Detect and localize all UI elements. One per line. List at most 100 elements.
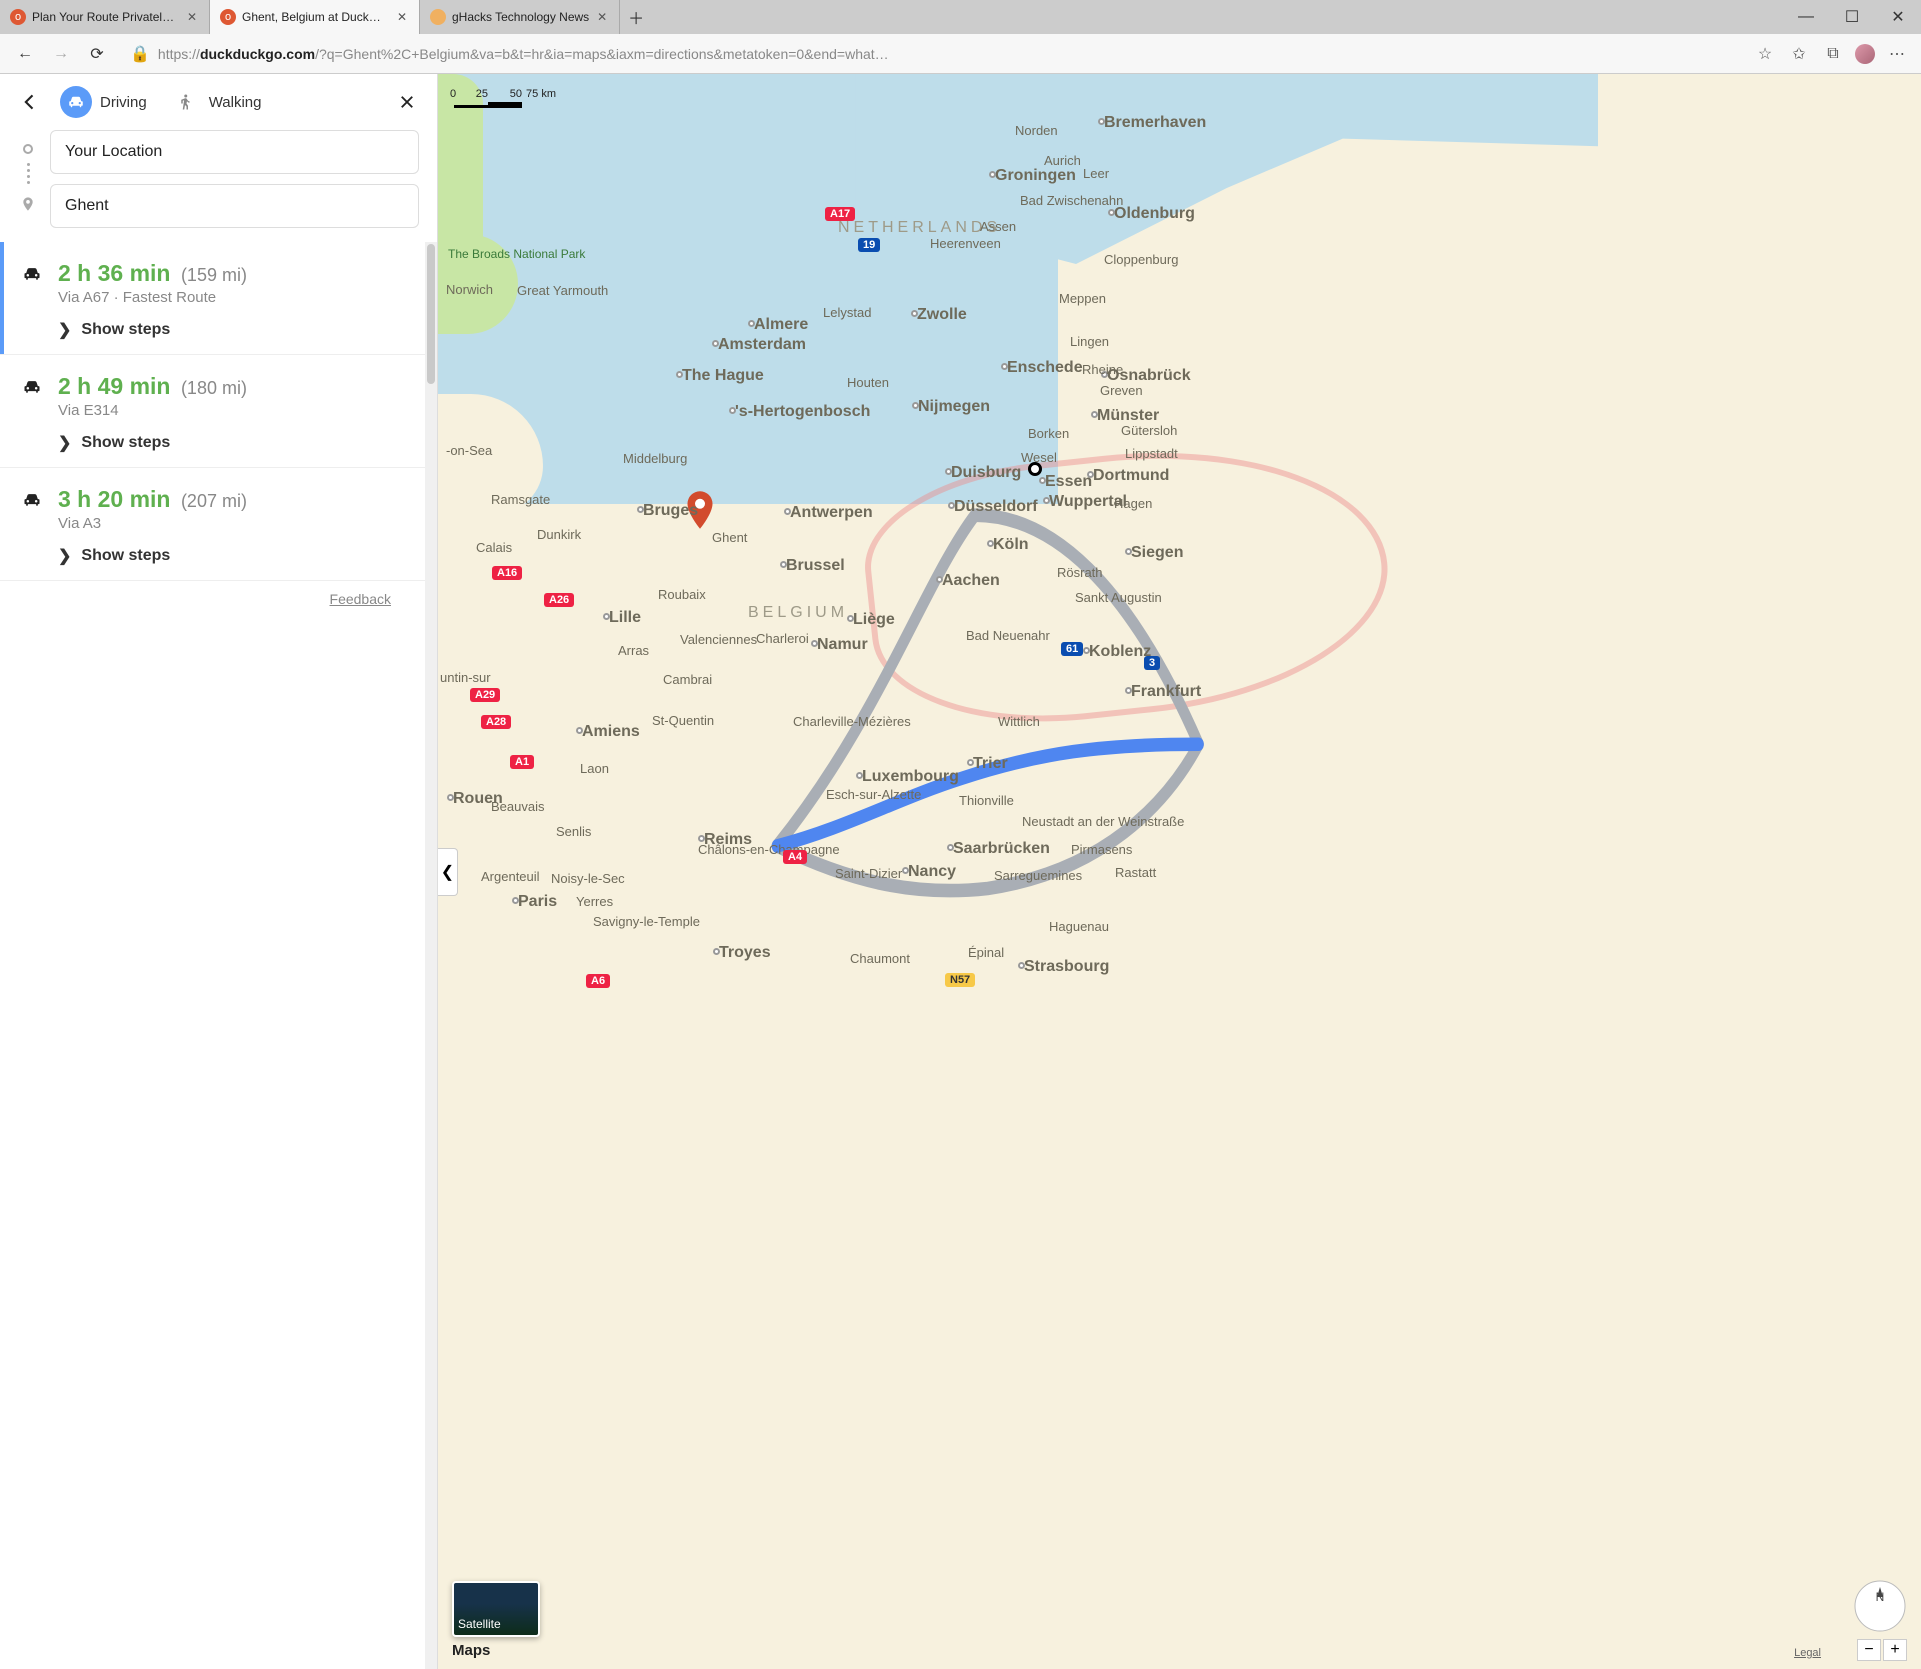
city-dot-icon xyxy=(748,320,755,327)
url-text: https://duckduckgo.com/?q=Ghent%2C+Belgi… xyxy=(158,46,889,62)
route-option[interactable]: 2 h 36 min (159 mi) Via A67 · Fastest Ro… xyxy=(0,242,425,355)
maximize-button[interactable]: ☐ xyxy=(1829,0,1875,34)
highway-badge: A4 xyxy=(783,850,807,864)
legal-link[interactable]: Legal xyxy=(1794,1647,1821,1659)
route-via: Via A67 · Fastest Route xyxy=(58,289,407,306)
collections-icon[interactable]: ⧉ xyxy=(1821,42,1845,66)
menu-icon[interactable]: ⋯ xyxy=(1885,42,1909,66)
close-panel-icon[interactable] xyxy=(395,90,419,114)
city-dot-icon xyxy=(911,310,918,317)
city-dot-icon xyxy=(1001,363,1008,370)
mode-label: Walking xyxy=(209,94,262,111)
close-icon[interactable]: ✕ xyxy=(395,10,409,24)
favorites-icon[interactable]: ✩ xyxy=(1787,42,1811,66)
show-steps-toggle[interactable]: ❯ Show steps xyxy=(58,320,407,340)
city-dot-icon xyxy=(947,844,954,851)
city-dot-icon xyxy=(1125,687,1132,694)
favicon-icon xyxy=(430,9,446,25)
city-dot-icon xyxy=(945,468,952,475)
city-dot-icon xyxy=(784,508,791,515)
browser-tab[interactable]: o Plan Your Route Privately: DuckD ✕ xyxy=(0,0,210,34)
city-dot-icon xyxy=(512,897,519,904)
show-steps-toggle[interactable]: ❯ Show steps xyxy=(58,546,407,566)
browser-tab-active[interactable]: o Ghent, Belgium at DuckDuckGo ✕ xyxy=(210,0,420,34)
address-bar: ← → ⟳ 🔒 https://duckduckgo.com/?q=Ghent%… xyxy=(0,34,1921,74)
car-icon xyxy=(22,373,42,453)
feedback-link[interactable]: Feedback xyxy=(0,581,425,617)
city-dot-icon xyxy=(447,794,454,801)
city-dot-icon xyxy=(1108,209,1115,216)
map-canvas[interactable]: NETHERLANDS BELGIUM The Broads National … xyxy=(438,74,1921,1669)
zoom-out-button[interactable]: − xyxy=(1857,1639,1881,1661)
city-dot-icon xyxy=(1087,471,1094,478)
city-dot-icon xyxy=(780,561,787,568)
highway-badge: A28 xyxy=(481,715,511,729)
routes-list: 2 h 36 min (159 mi) Via A67 · Fastest Ro… xyxy=(0,242,425,1669)
close-icon[interactable]: ✕ xyxy=(595,10,609,24)
refresh-button[interactable]: ⟳ xyxy=(84,41,110,67)
city-dot-icon xyxy=(1098,118,1105,125)
mode-driving[interactable]: Driving xyxy=(56,84,151,120)
show-steps-toggle[interactable]: ❯ Show steps xyxy=(58,433,407,453)
close-window-button[interactable]: ✕ xyxy=(1875,0,1921,34)
car-icon xyxy=(22,486,42,566)
city-dot-icon xyxy=(637,506,644,513)
city-dot-icon xyxy=(1083,647,1090,654)
star-icon[interactable]: ☆ xyxy=(1753,42,1777,66)
to-input[interactable] xyxy=(50,184,419,228)
city-dot-icon xyxy=(1043,497,1050,504)
mode-walking[interactable]: Walking xyxy=(165,84,266,120)
city-dot-icon xyxy=(1039,477,1046,484)
city-dot-icon xyxy=(603,613,610,620)
from-input[interactable] xyxy=(50,130,419,174)
directions-panel: Driving Walking xyxy=(0,74,438,1669)
browser-titlebar: o Plan Your Route Privately: DuckD ✕ o G… xyxy=(0,0,1921,34)
scale-tick: 50 xyxy=(488,88,522,108)
forward-button[interactable]: → xyxy=(48,41,74,67)
back-button[interactable]: ← xyxy=(12,41,38,67)
zoom-controls: − + xyxy=(1857,1639,1907,1661)
back-icon[interactable] xyxy=(18,90,42,114)
profile-avatar[interactable] xyxy=(1855,44,1875,64)
car-icon xyxy=(22,260,42,340)
city-dot-icon xyxy=(676,371,683,378)
city-dot-icon xyxy=(712,340,719,347)
city-dot-icon xyxy=(967,759,974,766)
compass-icon[interactable]: N xyxy=(1853,1579,1907,1633)
satellite-toggle[interactable]: Satellite xyxy=(452,1581,540,1637)
url-field[interactable]: 🔒 https://duckduckgo.com/?q=Ghent%2C+Bel… xyxy=(120,39,1743,69)
url-path: /?q=Ghent%2C+Belgium&va=b&t=hr&ia=maps&i… xyxy=(315,46,889,62)
route-lines xyxy=(438,74,1921,1669)
city-dot-icon xyxy=(989,171,996,178)
city-dot-icon xyxy=(856,772,863,779)
satellite-label: Satellite xyxy=(458,1617,501,1631)
highway-badge: A29 xyxy=(470,688,500,702)
close-icon[interactable]: ✕ xyxy=(185,10,199,24)
minimize-button[interactable]: — xyxy=(1783,0,1829,34)
city-dot-icon xyxy=(1091,411,1098,418)
lock-icon: 🔒 xyxy=(130,44,150,64)
highway-badge: A26 xyxy=(544,593,574,607)
destination-pin[interactable] xyxy=(685,491,715,529)
tab-title: gHacks Technology News xyxy=(452,10,589,24)
origin-marker[interactable] xyxy=(1028,462,1042,476)
region-label: The Broads National Park xyxy=(448,248,585,261)
new-tab-button[interactable]: ＋ xyxy=(620,0,652,34)
route-option[interactable]: 2 h 49 min (180 mi) Via E314 ❯ Show step… xyxy=(0,355,425,468)
highway-badge: A16 xyxy=(492,566,522,580)
city-dot-icon xyxy=(576,727,583,734)
city-dot-icon xyxy=(936,576,943,583)
chevron-right-icon: ❯ xyxy=(58,433,71,453)
zoom-in-button[interactable]: + xyxy=(1883,1639,1907,1661)
show-steps-label: Show steps xyxy=(81,547,170,565)
scrollbar[interactable] xyxy=(425,242,437,1669)
city-dot-icon xyxy=(729,407,736,414)
scrollbar-thumb[interactable] xyxy=(427,244,435,384)
route-option[interactable]: 3 h 20 min (207 mi) Via A3 ❯ Show steps xyxy=(0,468,425,581)
scale-tick: 25 xyxy=(454,88,488,108)
collapse-sidebar-button[interactable]: ❮ xyxy=(438,848,458,896)
window-controls: — ☐ ✕ xyxy=(1783,0,1921,34)
browser-tab[interactable]: gHacks Technology News ✕ xyxy=(420,0,620,34)
city-dot-icon xyxy=(987,540,994,547)
show-steps-label: Show steps xyxy=(81,321,170,339)
